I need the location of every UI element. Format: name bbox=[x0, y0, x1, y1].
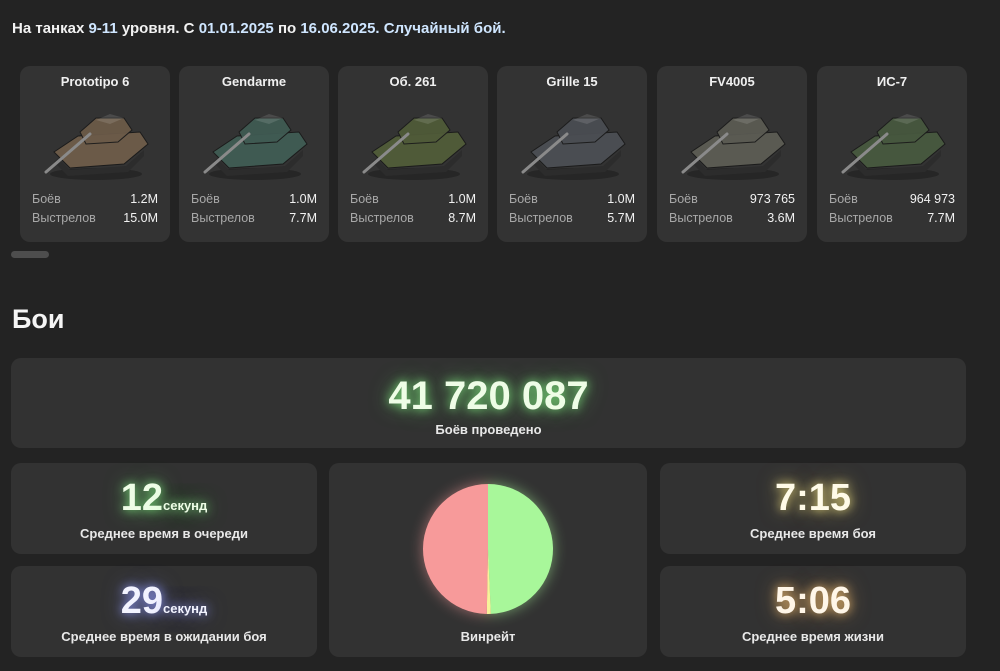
winrate-panel: Винрейт bbox=[329, 463, 647, 657]
tank-name: FV4005 bbox=[709, 74, 755, 89]
tank-card[interactable]: Grille 15 Боёв 1.0M Выстрелов 5.7M bbox=[497, 66, 647, 242]
tank-name: Prototipo 6 bbox=[60, 74, 130, 89]
shots-value: 7.7M bbox=[927, 211, 955, 225]
filter-battle-type: Случайный бой. bbox=[383, 20, 506, 37]
tank-name: ИС-7 bbox=[876, 74, 908, 89]
filter-mid1: уровня. С bbox=[121, 20, 195, 37]
shots-value: 7.7M bbox=[289, 211, 317, 225]
shots-label: Выстрелов bbox=[191, 211, 255, 225]
tank-name: Об. 261 bbox=[389, 74, 437, 89]
shots-value: 8.7M bbox=[448, 211, 476, 225]
queue-time-caption: Среднее время в очереди bbox=[80, 526, 248, 541]
tank-image bbox=[203, 114, 308, 180]
shots-label: Выстрелов bbox=[669, 211, 733, 225]
tank-name: Gendarme bbox=[221, 74, 287, 89]
battles-label: Боёв bbox=[350, 192, 379, 206]
battle-time-panel: 7:15 Среднее время боя bbox=[660, 463, 966, 554]
battles-label: Боёв bbox=[32, 192, 61, 206]
wait-time-value: 29 bbox=[120, 580, 163, 622]
queue-time-unit: секунд bbox=[162, 498, 208, 513]
shots-label: Выстрелов bbox=[509, 211, 573, 225]
wait-time-value-wrap: 29секунд bbox=[11, 580, 317, 623]
filter-prefix: На танках bbox=[12, 20, 85, 37]
filter-levels: 9-11 bbox=[88, 20, 118, 37]
battles-value: 964 973 bbox=[909, 192, 955, 206]
tank-card[interactable]: ИС-7 Боёв 964 973 Выстрелов 7.7M bbox=[817, 66, 967, 242]
shots-label: Выстрелов bbox=[32, 211, 96, 225]
filter-summary: На танках 9-11 уровня. С 01.01.2025 по 1… bbox=[12, 20, 506, 37]
shots-value: 15.0M bbox=[123, 211, 158, 225]
battles-value: 1.0M bbox=[607, 192, 635, 206]
shots-label: Выстрелов bbox=[350, 211, 414, 225]
filter-date-to: 16.06.2025. bbox=[300, 20, 380, 37]
shots-value: 3.6M bbox=[767, 211, 795, 225]
shots-label: Выстрелов bbox=[829, 211, 893, 225]
winrate-pie-chart bbox=[423, 484, 553, 614]
tank-carousel[interactable]: Prototipo 6 Боёв 1.2M Выстрелов 15.0M Gend… bbox=[20, 66, 1000, 242]
battle-time-value: 7:15 bbox=[774, 477, 852, 519]
pie-slice bbox=[423, 484, 488, 614]
queue-time-value: 12 bbox=[120, 477, 163, 519]
wait-time-unit: секунд bbox=[162, 601, 208, 616]
wait-time-caption: Среднее время в ожидании боя bbox=[61, 629, 267, 644]
total-battles-caption: Боёв проведено bbox=[435, 422, 542, 437]
filter-date-from: 01.01.2025 bbox=[198, 20, 274, 37]
battles-value: 1.0M bbox=[448, 192, 476, 206]
battles-value: 1.2M bbox=[130, 192, 158, 206]
battles-label: Боёв bbox=[509, 192, 538, 206]
battles-label: Боёв bbox=[829, 192, 858, 206]
tank-card[interactable]: Gendarme Боёв 1.0M Выстрелов 7.7M bbox=[179, 66, 329, 242]
total-battles-value: 41 720 087 bbox=[388, 374, 589, 418]
queue-time-panel: 12секунд Среднее время в очереди bbox=[11, 463, 317, 554]
life-time-panel: 5:06 Среднее время жизни bbox=[660, 566, 966, 657]
section-title: Бои bbox=[12, 304, 65, 334]
tank-image bbox=[681, 114, 786, 180]
total-battles-panel: 41 720 087 Боёв проведено bbox=[11, 358, 966, 448]
battles-value: 1.0M bbox=[289, 192, 317, 206]
battles-label: Боёв bbox=[191, 192, 220, 206]
tank-image bbox=[362, 114, 467, 180]
battles-label: Боёв bbox=[669, 192, 698, 206]
tank-card[interactable]: Об. 261 Боёв 1.0M Выстрелов 8.7M bbox=[338, 66, 488, 242]
wait-time-panel: 29секунд Среднее время в ожидании боя bbox=[11, 566, 317, 657]
filter-mid2: по bbox=[277, 20, 297, 37]
tank-image bbox=[44, 114, 149, 180]
battle-time-caption: Среднее время боя bbox=[750, 526, 876, 541]
tank-image bbox=[521, 114, 626, 180]
tank-card[interactable]: Prototipo 6 Боёв 1.2M Выстрелов 15.0M bbox=[20, 66, 170, 242]
shots-value: 5.7M bbox=[607, 211, 635, 225]
battles-value: 973 765 bbox=[749, 192, 795, 206]
winrate-caption: Винрейт bbox=[460, 629, 516, 644]
life-time-value: 5:06 bbox=[774, 580, 852, 622]
tank-name: Grille 15 bbox=[546, 74, 598, 89]
life-time-caption: Среднее время жизни bbox=[741, 629, 885, 644]
tank-card[interactable]: FV4005 Боёв 973 765 Выстрелов 3.6M bbox=[657, 66, 807, 242]
pie-slice bbox=[488, 484, 553, 614]
carousel-scrollbar[interactable] bbox=[11, 251, 49, 258]
tank-image bbox=[841, 114, 946, 180]
queue-time-value-wrap: 12секунд bbox=[11, 477, 317, 520]
